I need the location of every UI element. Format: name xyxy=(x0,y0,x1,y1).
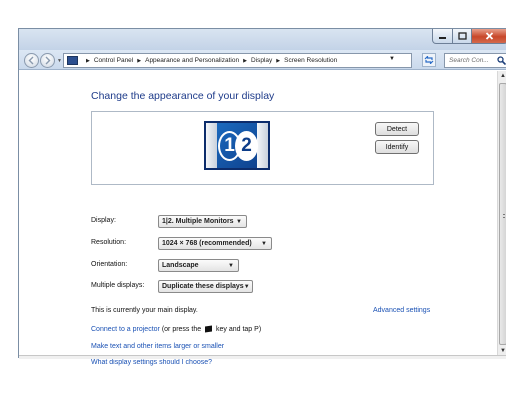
control-panel-window: ▼ ▶ Control Panel ▶ Appearance and Perso… xyxy=(18,28,506,366)
identify-button[interactable]: Identify xyxy=(375,140,419,154)
projector-hint-after: key and tap P) xyxy=(214,326,262,333)
display-label: Display: xyxy=(91,217,116,224)
recent-pages-chevron-icon[interactable]: ▼ xyxy=(57,58,62,64)
breadcrumb-arrow-icon[interactable]: ▶ xyxy=(243,58,247,64)
projector-line: Connect to a projector (or press the key… xyxy=(91,325,262,333)
control-panel-icon xyxy=(67,56,78,65)
scroll-up-icon[interactable]: ▲ xyxy=(500,73,506,79)
address-dropdown-icon[interactable]: ▼ xyxy=(389,56,395,62)
breadcrumb: ▶ Control Panel ▶ Appearance and Persona… xyxy=(82,57,337,64)
projector-hint-before: (or press the xyxy=(159,326,204,333)
minimize-button[interactable] xyxy=(432,29,453,44)
orientation-dropdown[interactable]: Landscape ▼ xyxy=(158,259,239,272)
search-placeholder: Search Con... xyxy=(449,57,489,64)
scroll-down-icon[interactable]: ▼ xyxy=(500,348,506,354)
main-display-status: This is currently your main display. xyxy=(91,307,198,314)
breadcrumb-arrow-icon[interactable]: ▶ xyxy=(137,58,141,64)
chevron-down-icon: ▼ xyxy=(236,218,242,225)
breadcrumb-display[interactable]: Display xyxy=(251,57,272,64)
monitor-right-edge xyxy=(257,123,268,168)
maximize-icon xyxy=(457,32,467,40)
address-bar[interactable]: ▶ Control Panel ▶ Appearance and Persona… xyxy=(63,53,412,68)
monitor-icon[interactable]: 1 2 xyxy=(204,121,270,170)
search-input[interactable]: Search Con... xyxy=(444,53,506,68)
text-size-link[interactable]: Make text and other items larger or smal… xyxy=(91,343,224,350)
navigation-bar: ▼ ▶ Control Panel ▶ Appearance and Perso… xyxy=(19,50,506,70)
close-icon xyxy=(485,32,494,40)
page-title: Change the appearance of your display xyxy=(91,90,275,102)
breadcrumb-control-panel[interactable]: Control Panel xyxy=(94,57,133,64)
maximize-button[interactable] xyxy=(453,29,472,44)
forward-arrow-icon xyxy=(45,56,51,65)
resolution-label: Resolution: xyxy=(91,239,127,246)
back-arrow-icon xyxy=(28,56,34,65)
monitor-number-2: 2 xyxy=(235,131,258,161)
caption-buttons xyxy=(432,29,506,44)
back-button[interactable] xyxy=(24,53,39,68)
bottom-button-bar xyxy=(19,355,506,359)
chevron-down-icon: ▼ xyxy=(243,283,250,290)
scroll-grip-icon xyxy=(503,214,505,218)
refresh-button[interactable] xyxy=(422,53,436,67)
advanced-settings-link[interactable]: Advanced settings xyxy=(373,307,430,314)
minimize-icon xyxy=(439,37,446,39)
resolution-dropdown[interactable]: 1024 × 768 (recommended) ▼ xyxy=(158,237,272,250)
multiple-displays-dropdown[interactable]: Duplicate these displays ▼ xyxy=(158,280,253,293)
chevron-down-icon: ▼ xyxy=(261,240,267,247)
windows-key-icon xyxy=(205,325,213,333)
close-button[interactable] xyxy=(472,29,506,44)
multiple-displays-value: Duplicate these displays xyxy=(162,283,244,290)
breadcrumb-arrow-icon[interactable]: ▶ xyxy=(276,58,280,64)
connect-projector-link[interactable]: Connect to a projector xyxy=(91,326,160,333)
resolution-value: 1024 × 768 (recommended) xyxy=(162,240,252,247)
main-content: Change the appearance of your display 1 … xyxy=(19,71,497,366)
orientation-label: Orientation: xyxy=(91,261,128,268)
vertical-scrollbar[interactable]: ▲ ▼ xyxy=(497,71,506,356)
title-bar[interactable] xyxy=(19,29,506,50)
forward-button[interactable] xyxy=(40,53,55,68)
breadcrumb-appearance[interactable]: Appearance and Personalization xyxy=(145,57,239,64)
multiple-displays-label: Multiple displays: xyxy=(91,282,145,289)
display-value: 1|2. Multiple Monitors xyxy=(162,218,234,225)
display-dropdown[interactable]: 1|2. Multiple Monitors ▼ xyxy=(158,215,247,228)
detect-button[interactable]: Detect xyxy=(375,122,419,136)
display-help-link[interactable]: What display settings should I choose? xyxy=(91,359,212,366)
refresh-icon xyxy=(424,56,434,64)
monitor-left-edge xyxy=(206,123,217,168)
breadcrumb-arrow-icon[interactable]: ▶ xyxy=(86,58,90,64)
orientation-value: Landscape xyxy=(162,262,199,269)
chevron-down-icon: ▼ xyxy=(228,262,234,269)
scroll-thumb[interactable] xyxy=(499,83,506,345)
search-icon[interactable] xyxy=(497,56,506,65)
breadcrumb-screen-resolution[interactable]: Screen Resolution xyxy=(284,57,337,64)
